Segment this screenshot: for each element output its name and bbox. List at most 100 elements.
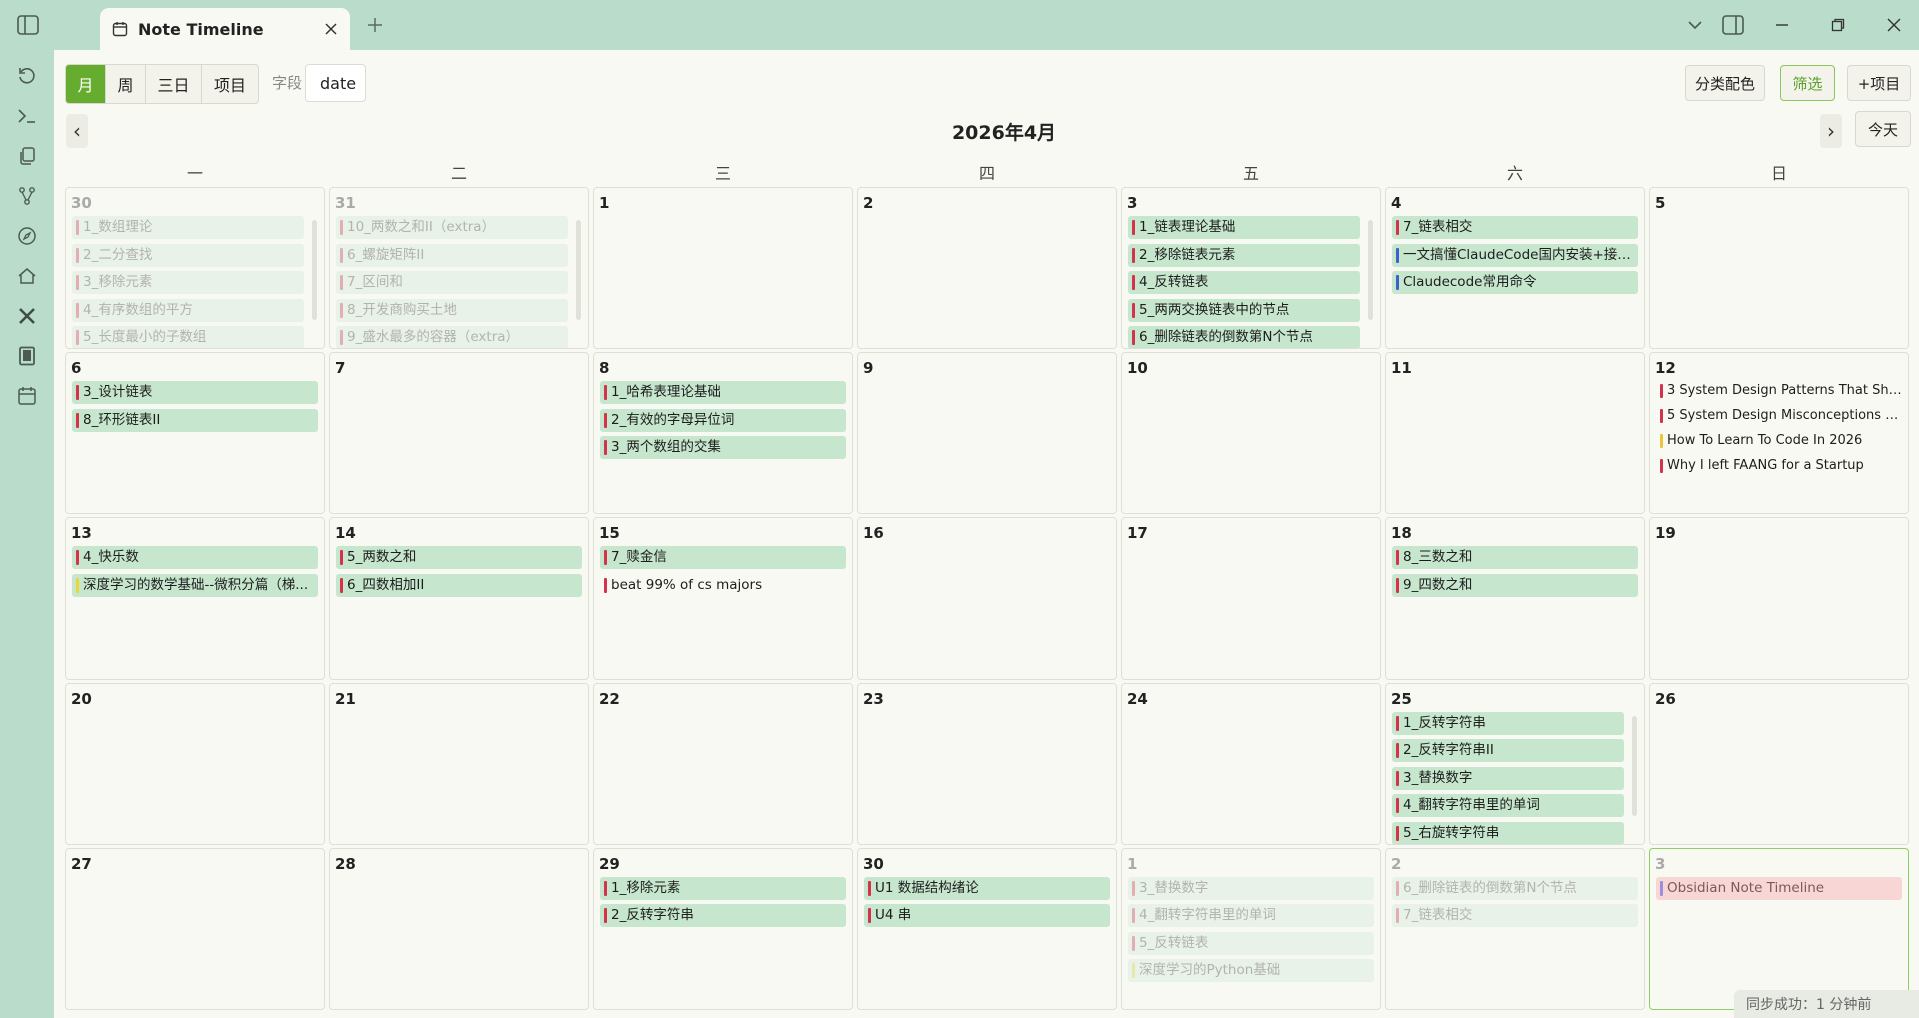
day-cell[interactable]: 14 5_两数之和 6_四数相加II bbox=[329, 517, 589, 680]
event-item[interactable]: 5 System Design Misconceptions Ev... bbox=[1656, 406, 1902, 426]
home-icon[interactable] bbox=[13, 262, 41, 290]
book-icon[interactable] bbox=[13, 342, 41, 370]
category-color-button[interactable]: 分类配色 bbox=[1685, 65, 1765, 101]
day-cell[interactable]: 29 1_移除元素 2_反转字符串 bbox=[593, 847, 853, 1010]
prev-month-button[interactable]: ‹ bbox=[66, 114, 88, 148]
view-tab-2[interactable]: 三日 bbox=[146, 65, 202, 103]
event-item[interactable]: 7_区间和 bbox=[336, 271, 568, 294]
event-item[interactable]: How To Learn To Code In 2026 bbox=[1656, 431, 1902, 451]
event-item[interactable]: 3_替换数字 bbox=[1128, 876, 1374, 900]
event-item[interactable]: 8_开发商购买土地 bbox=[336, 298, 568, 322]
day-cell[interactable]: 28 bbox=[329, 847, 589, 1010]
day-cell[interactable]: 30 1_数组理论 2_二分查找 3_移除元素 4_有序数组的平方 5_长度最小的子数组 bbox=[65, 187, 325, 350]
event-item[interactable]: 1_哈希表理论基础 bbox=[600, 381, 846, 405]
event-item[interactable]: 9_四数之和 bbox=[1392, 573, 1638, 597]
day-cell[interactable]: 17 bbox=[1121, 517, 1381, 680]
day-cell[interactable]: 7 bbox=[329, 352, 589, 515]
cell-scrollbar[interactable] bbox=[1368, 220, 1373, 320]
day-cell[interactable]: 21 bbox=[329, 682, 589, 845]
event-item[interactable]: 4_有序数组的平方 bbox=[72, 298, 304, 322]
event-item[interactable]: 深度学习的Python基础 bbox=[1128, 959, 1374, 983]
event-item[interactable]: Obsidian Note Timeline bbox=[1656, 876, 1902, 900]
sidebar-toggle-icon[interactable] bbox=[15, 12, 41, 38]
day-cell[interactable]: 15 7_赎金信 beat 99% of cs majors bbox=[593, 517, 853, 680]
event-item[interactable]: 7_链表相交 bbox=[1392, 904, 1638, 928]
day-cell[interactable]: 4 7_链表相交 一文搞懂ClaudeCode国内安装+接入... Claudecod… bbox=[1385, 187, 1645, 350]
event-item[interactable]: 1_链表理论基础 bbox=[1128, 216, 1360, 239]
event-item[interactable]: 一文搞懂ClaudeCode国内安装+接入... bbox=[1392, 243, 1638, 267]
compass-icon[interactable] bbox=[13, 222, 41, 250]
day-cell[interactable]: 3 Obsidian Note Timeline bbox=[1649, 847, 1909, 1010]
event-item[interactable]: 6_螺旋矩阵II bbox=[336, 243, 568, 267]
day-cell[interactable]: 3 1_链表理论基础 2_移除链表元素 4_反转链表 5_两两交换链表中的节点 6_删除链… bbox=[1121, 187, 1381, 350]
event-item[interactable]: 3_移除元素 bbox=[72, 271, 304, 294]
event-item[interactable]: U4 串 bbox=[864, 904, 1110, 928]
cell-scrollbar[interactable] bbox=[576, 220, 581, 320]
day-cell[interactable]: 19 bbox=[1649, 517, 1909, 680]
event-item[interactable]: 2_移除链表元素 bbox=[1128, 243, 1360, 267]
day-cell[interactable]: 2 bbox=[857, 187, 1117, 350]
day-cell[interactable]: 8 1_哈希表理论基础 2_有效的字母异位词 3_两个数组的交集 bbox=[593, 352, 853, 515]
field-input[interactable] bbox=[305, 64, 366, 102]
chevron-down-icon[interactable] bbox=[1684, 14, 1706, 36]
cell-scrollbar[interactable] bbox=[312, 220, 317, 320]
day-cell[interactable]: 12 3 System Design Patterns That Show... 5… bbox=[1649, 352, 1909, 515]
filter-button[interactable]: 筛选 bbox=[1780, 65, 1835, 101]
event-item[interactable]: 4_翻转字符串里的单词 bbox=[1128, 904, 1374, 928]
day-cell[interactable]: 6 3_设计链表 8_环形链表II bbox=[65, 352, 325, 515]
view-tab-1[interactable]: 周 bbox=[106, 65, 146, 103]
day-cell[interactable]: 9 bbox=[857, 352, 1117, 515]
minimize-icon[interactable] bbox=[1771, 14, 1793, 36]
day-cell[interactable]: 16 bbox=[857, 517, 1117, 680]
event-item[interactable]: 1_数组理论 bbox=[72, 216, 304, 239]
event-item[interactable]: 6_四数相加II bbox=[336, 573, 582, 597]
event-item[interactable]: Claudecode常用命令 bbox=[1392, 271, 1638, 294]
event-item[interactable]: 7_链表相交 bbox=[1392, 216, 1638, 239]
event-item[interactable]: 5_两两交换链表中的节点 bbox=[1128, 298, 1360, 322]
history-icon[interactable] bbox=[13, 62, 41, 90]
view-tab-0[interactable]: 月 bbox=[66, 65, 106, 103]
add-project-button[interactable]: +项目 bbox=[1847, 65, 1911, 101]
event-item[interactable]: 9_盛水最多的容器（extra） bbox=[336, 326, 568, 349]
event-item[interactable]: 5_两数之和 bbox=[336, 546, 582, 570]
event-item[interactable]: beat 99% of cs majors bbox=[600, 574, 846, 597]
day-cell[interactable]: 13 4_快乐数 深度学习的数学基础--微积分篇（梯... bbox=[65, 517, 325, 680]
view-tab-3[interactable]: 项目 bbox=[202, 65, 258, 103]
cell-scrollbar[interactable] bbox=[1632, 715, 1637, 816]
day-cell[interactable]: 5 bbox=[1649, 187, 1909, 350]
close-icon[interactable] bbox=[324, 22, 338, 36]
event-item[interactable]: 8_三数之和 bbox=[1392, 546, 1638, 570]
graph-icon[interactable] bbox=[13, 182, 41, 210]
files-icon[interactable] bbox=[13, 142, 41, 170]
terminal-icon[interactable] bbox=[13, 102, 41, 130]
event-item[interactable]: 2_反转字符串II bbox=[1392, 739, 1624, 763]
event-item[interactable]: 4_快乐数 bbox=[72, 546, 318, 570]
event-item[interactable]: U1 数据结构绪论 bbox=[864, 876, 1110, 900]
day-cell[interactable]: 20 bbox=[65, 682, 325, 845]
event-item[interactable]: 4_反转链表 bbox=[1128, 271, 1360, 294]
event-item[interactable]: 3_两个数组的交集 bbox=[600, 436, 846, 460]
day-cell[interactable]: 2 6_删除链表的倒数第N个节点 7_链表相交 bbox=[1385, 847, 1645, 1010]
event-item[interactable]: 7_赎金信 bbox=[600, 546, 846, 570]
new-tab-icon[interactable] bbox=[364, 14, 386, 36]
event-item[interactable]: 2_反转字符串 bbox=[600, 904, 846, 928]
event-item[interactable]: 深度学习的数学基础--微积分篇（梯... bbox=[72, 573, 318, 597]
event-item[interactable]: 5_右旋转字符串 bbox=[1392, 821, 1624, 844]
event-item[interactable]: 2_有效的字母异位词 bbox=[600, 408, 846, 432]
event-item[interactable]: 1_反转字符串 bbox=[1392, 711, 1624, 735]
event-item[interactable]: 5_反转链表 bbox=[1128, 931, 1374, 955]
close-window-icon[interactable] bbox=[1883, 14, 1905, 36]
day-cell[interactable]: 10 bbox=[1121, 352, 1381, 515]
day-cell[interactable]: 1 3_替换数字 4_翻转字符串里的单词 5_反转链表 深度学习的Python基础 bbox=[1121, 847, 1381, 1010]
day-cell[interactable]: 26 bbox=[1649, 682, 1909, 845]
day-cell[interactable]: 30 U1 数据结构绪论 U4 串 bbox=[857, 847, 1117, 1010]
day-cell[interactable]: 18 8_三数之和 9_四数之和 bbox=[1385, 517, 1645, 680]
tab-note-timeline[interactable]: Note Timeline bbox=[100, 8, 350, 50]
event-item[interactable]: 1_移除元素 bbox=[600, 876, 846, 900]
day-cell[interactable]: 1 bbox=[593, 187, 853, 350]
day-cell[interactable]: 25 1_反转字符串 2_反转字符串II 3_替换数字 4_翻转字符串里的单词 5_右旋转… bbox=[1385, 682, 1645, 845]
calendar-rail-icon[interactable] bbox=[13, 382, 41, 410]
next-month-button[interactable]: › bbox=[1820, 114, 1842, 148]
event-item[interactable]: 4_翻转字符串里的单词 bbox=[1392, 794, 1624, 818]
event-item[interactable]: 10_两数之和II（extra） bbox=[336, 216, 568, 239]
